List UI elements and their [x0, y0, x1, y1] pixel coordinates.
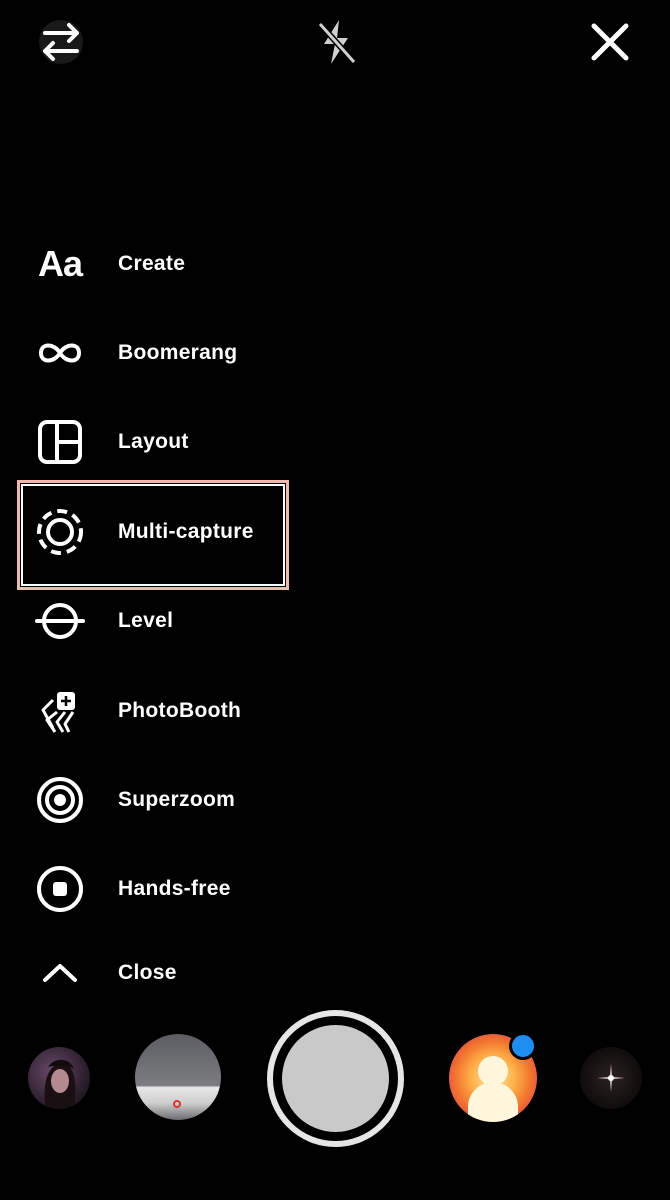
gallery-thumbnail-previous[interactable] [28, 1047, 90, 1109]
menu-item-label: Layout [118, 430, 189, 453]
infinity-icon [34, 327, 86, 379]
menu-item-hands-free[interactable]: Hands-free [0, 849, 300, 929]
menu-item-photobooth[interactable]: PhotoBooth [0, 671, 300, 751]
new-effect-badge [509, 1032, 537, 1060]
menu-item-label: Multi-capture [118, 520, 254, 543]
menu-item-close[interactable]: Close [0, 933, 300, 1013]
menu-item-label: PhotoBooth [118, 699, 242, 722]
layout-grid-icon [34, 416, 86, 468]
effect-person-body [468, 1082, 518, 1122]
menu-item-level[interactable]: Level [0, 581, 300, 661]
menu-item-label: Superzoom [118, 788, 236, 811]
flip-camera-button[interactable] [31, 12, 91, 72]
text-aa-icon: Aa [37, 243, 83, 284]
close-camera-button[interactable] [580, 12, 640, 72]
person-photo-thumbnail [44, 1059, 76, 1109]
sparkle-effect-button[interactable] [580, 1047, 642, 1109]
menu-item-multi-capture[interactable]: Multi-capture [0, 492, 300, 572]
flash-button[interactable] [306, 12, 366, 72]
dashed-circle-icon [34, 506, 86, 558]
close-icon [591, 23, 629, 61]
gallery-thumbnail-recent[interactable] [135, 1034, 221, 1120]
menu-item-create[interactable]: Aa Create [0, 224, 300, 304]
shutter-button[interactable] [267, 1010, 404, 1147]
shutter-button-inner [282, 1025, 389, 1132]
flip-camera-icon [39, 20, 83, 64]
chevron-up-icon [34, 947, 86, 999]
record-dot-icon [173, 1100, 181, 1108]
menu-item-boomerang[interactable]: Boomerang [0, 313, 300, 393]
menu-item-label: Close [118, 961, 177, 984]
target-icon [34, 774, 86, 826]
sparkle-icon [597, 1064, 625, 1092]
menu-item-label: Level [118, 609, 174, 632]
photobooth-stack-icon [34, 685, 86, 737]
menu-item-superzoom[interactable]: Superzoom [0, 760, 300, 840]
record-stop-icon [34, 863, 86, 915]
menu-item-label: Create [118, 252, 186, 275]
level-icon [34, 595, 86, 647]
menu-item-label: Boomerang [118, 341, 238, 364]
menu-item-label: Hands-free [118, 877, 231, 900]
flash-off-icon [317, 20, 357, 65]
menu-item-layout[interactable]: Layout [0, 402, 300, 482]
